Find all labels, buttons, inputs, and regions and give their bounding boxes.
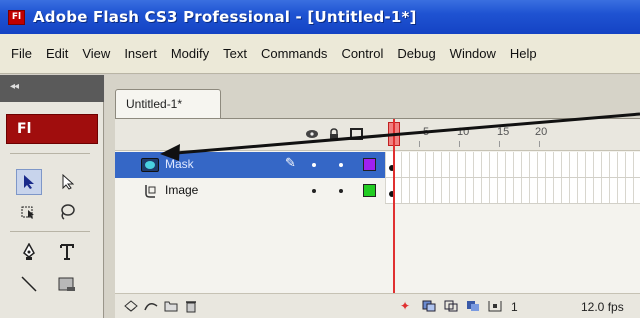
insert-layer-icon[interactable] (123, 299, 139, 313)
ruler-label-5: 5 (423, 126, 430, 138)
visibility-dot[interactable] (312, 163, 316, 167)
frame-rate: 12.0 fps (581, 300, 624, 314)
ruler-tick (419, 141, 420, 147)
menu-text[interactable]: Text (216, 46, 254, 61)
insert-folder-icon[interactable] (163, 299, 179, 313)
edit-multiple-frames-icon[interactable] (465, 299, 481, 313)
subselection-tool-icon[interactable] (54, 169, 80, 195)
frame-ruler[interactable]: 5 10 15 20 (385, 119, 640, 151)
menu-view[interactable]: View (75, 46, 117, 61)
flash-app-icon: Fl (8, 9, 25, 25)
timeline-panel: 5 10 15 20 Mask ✎ Image ✦ 1 12.0 fps (115, 118, 640, 318)
pen-tool-icon[interactable] (16, 239, 42, 265)
onion-skin-outlines-icon[interactable] (443, 299, 459, 313)
menu-control[interactable]: Control (334, 46, 390, 61)
menu-window[interactable]: Window (443, 46, 503, 61)
ruler-tick (499, 141, 500, 147)
frame-cells[interactable] (385, 178, 640, 204)
ruler-label-15: 15 (497, 126, 510, 138)
layer-color-swatch[interactable] (363, 158, 376, 171)
selection-tool-icon[interactable] (16, 169, 42, 195)
motion-guide-icon[interactable] (143, 299, 159, 313)
text-tool-icon[interactable] (54, 239, 80, 265)
onion-skin-icon[interactable] (421, 299, 437, 313)
document-tab[interactable]: Untitled-1* (115, 89, 221, 119)
title-bar: Fl Adobe Flash CS3 Professional - [Untit… (0, 0, 640, 34)
menu-help[interactable]: Help (503, 46, 544, 61)
lock-dot[interactable] (339, 189, 343, 193)
ruler-label-10: 10 (457, 126, 470, 138)
tools-divider (10, 231, 90, 232)
timeline-header: 5 10 15 20 (115, 119, 640, 151)
visibility-dot[interactable] (312, 189, 316, 193)
center-frame-icon[interactable]: ✦ (397, 299, 413, 313)
free-transform-tool-icon[interactable] (16, 199, 42, 225)
window-title: Adobe Flash CS3 Professional - [Untitled… (33, 8, 417, 26)
ruler-tick (459, 141, 460, 147)
menu-insert[interactable]: Insert (117, 46, 164, 61)
layer-row-mask[interactable]: Mask ✎ (115, 152, 640, 178)
rectangle-tool-icon[interactable] (54, 271, 80, 297)
lock-dot[interactable] (339, 163, 343, 167)
outline-icon[interactable] (349, 127, 363, 141)
line-tool-icon[interactable] (16, 271, 42, 297)
layer-name-mask[interactable]: Mask (165, 157, 194, 171)
menu-edit[interactable]: Edit (39, 46, 75, 61)
tools-divider (10, 153, 90, 154)
playhead-line[interactable] (393, 119, 395, 318)
document-area: Untitled-1* 5 10 15 20 Mask ✎ Image ✦ 1 … (105, 75, 640, 318)
pencil-edit-icon: ✎ (285, 156, 296, 171)
flash-logo-badge: Fl (6, 114, 98, 144)
current-frame-number: 1 (511, 300, 518, 314)
tools-panel: ◂◂ Fl (0, 75, 104, 318)
modify-onion-markers-icon[interactable] (487, 299, 503, 313)
delete-trash-icon[interactable] (183, 299, 199, 313)
tools-panel-grip[interactable]: ◂◂ (0, 75, 104, 102)
timeline-footer: ✦ 1 12.0 fps (115, 293, 640, 318)
ruler-tick (539, 141, 540, 147)
menu-commands[interactable]: Commands (254, 46, 334, 61)
layer-name-image[interactable]: Image (165, 183, 198, 197)
eye-icon[interactable] (305, 127, 319, 141)
menu-file[interactable]: File (4, 46, 39, 61)
collapse-arrows-icon[interactable]: ◂◂ (10, 81, 19, 92)
frame-cells[interactable] (385, 152, 640, 178)
menu-debug[interactable]: Debug (390, 46, 442, 61)
mask-layer-icon (141, 157, 159, 173)
lasso-tool-icon[interactable] (54, 199, 80, 225)
layer-color-swatch[interactable] (363, 184, 376, 197)
menu-modify[interactable]: Modify (164, 46, 216, 61)
menu-bar: File Edit View Insert Modify Text Comman… (0, 34, 640, 74)
masked-layer-icon (141, 183, 159, 199)
lock-icon[interactable] (327, 127, 341, 141)
layer-row-image[interactable]: Image (115, 178, 640, 204)
ruler-label-20: 20 (535, 126, 548, 138)
